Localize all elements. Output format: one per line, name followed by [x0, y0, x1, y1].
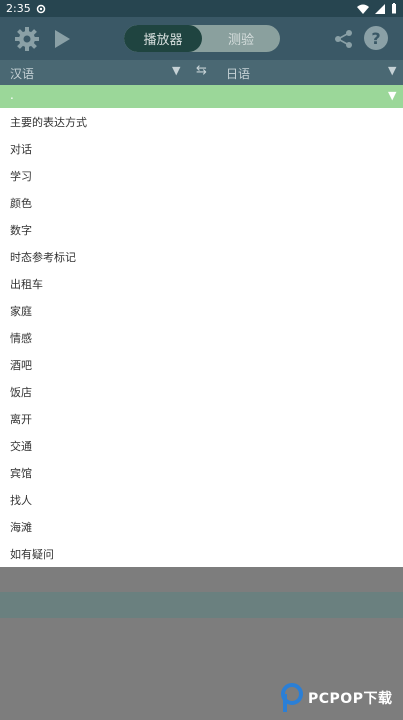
chevron-down-icon: ▼: [388, 89, 397, 102]
settings-notification-icon: [36, 4, 45, 13]
swap-languages-icon[interactable]: ⇆: [196, 63, 207, 78]
settings-gear-icon[interactable]: [13, 25, 41, 53]
pcpop-logo-icon: [281, 683, 303, 712]
menu-item[interactable]: 海滩: [0, 513, 403, 540]
menu-item[interactable]: 如有疑问: [0, 540, 403, 567]
battery-icon: [392, 3, 396, 14]
status-time: 2:35: [6, 2, 31, 15]
menu-item[interactable]: 颜色: [0, 189, 403, 216]
menu-item[interactable]: 出租车: [0, 270, 403, 297]
wifi-icon: [357, 4, 369, 14]
play-icon[interactable]: [48, 25, 76, 53]
tab-player[interactable]: 播放器: [124, 25, 202, 52]
chevron-down-icon[interactable]: ▼: [388, 64, 396, 77]
menu-item[interactable]: 酒吧: [0, 351, 403, 378]
menu-item[interactable]: 找人: [0, 486, 403, 513]
watermark: PCPOP下载: [280, 683, 392, 713]
menu-item[interactable]: 数字: [0, 216, 403, 243]
category-dropdown[interactable]: . ▼: [0, 85, 403, 108]
menu-item[interactable]: 饭店: [0, 378, 403, 405]
menu-item[interactable]: 离开: [0, 405, 403, 432]
top-toolbar: 播放器 测验 ?: [0, 17, 403, 60]
background-row: [0, 592, 403, 618]
menu-item[interactable]: 交通: [0, 432, 403, 459]
signal-icon: [375, 3, 385, 14]
chevron-down-icon[interactable]: ▼: [172, 64, 180, 77]
language-bar: 汉语 ▼ ⇆ 日语 ▼: [0, 60, 403, 85]
mode-segmented-control: 播放器 测验: [124, 25, 280, 52]
help-button[interactable]: ?: [364, 26, 388, 50]
menu-item[interactable]: 对话: [0, 135, 403, 162]
menu-item[interactable]: 学习: [0, 162, 403, 189]
status-bar: 2:35: [0, 0, 403, 17]
menu-item[interactable]: 主要的表达方式: [0, 108, 403, 135]
category-menu: 主要的表达方式 对话 学习 颜色 数字 时态参考标记 出租车 家庭 情感 酒吧 …: [0, 108, 403, 567]
menu-item[interactable]: 时态参考标记: [0, 243, 403, 270]
menu-item[interactable]: 家庭: [0, 297, 403, 324]
watermark-text: PCPOP下载: [308, 691, 393, 707]
tab-quiz[interactable]: 测验: [202, 25, 280, 52]
menu-item[interactable]: 情感: [0, 324, 403, 351]
share-icon[interactable]: [330, 25, 358, 53]
category-selected-value: .: [10, 88, 14, 102]
source-language-select[interactable]: 汉语: [10, 65, 34, 82]
target-language-select[interactable]: 日语: [226, 65, 250, 82]
help-icon: ?: [371, 28, 381, 48]
menu-item[interactable]: 宾馆: [0, 459, 403, 486]
